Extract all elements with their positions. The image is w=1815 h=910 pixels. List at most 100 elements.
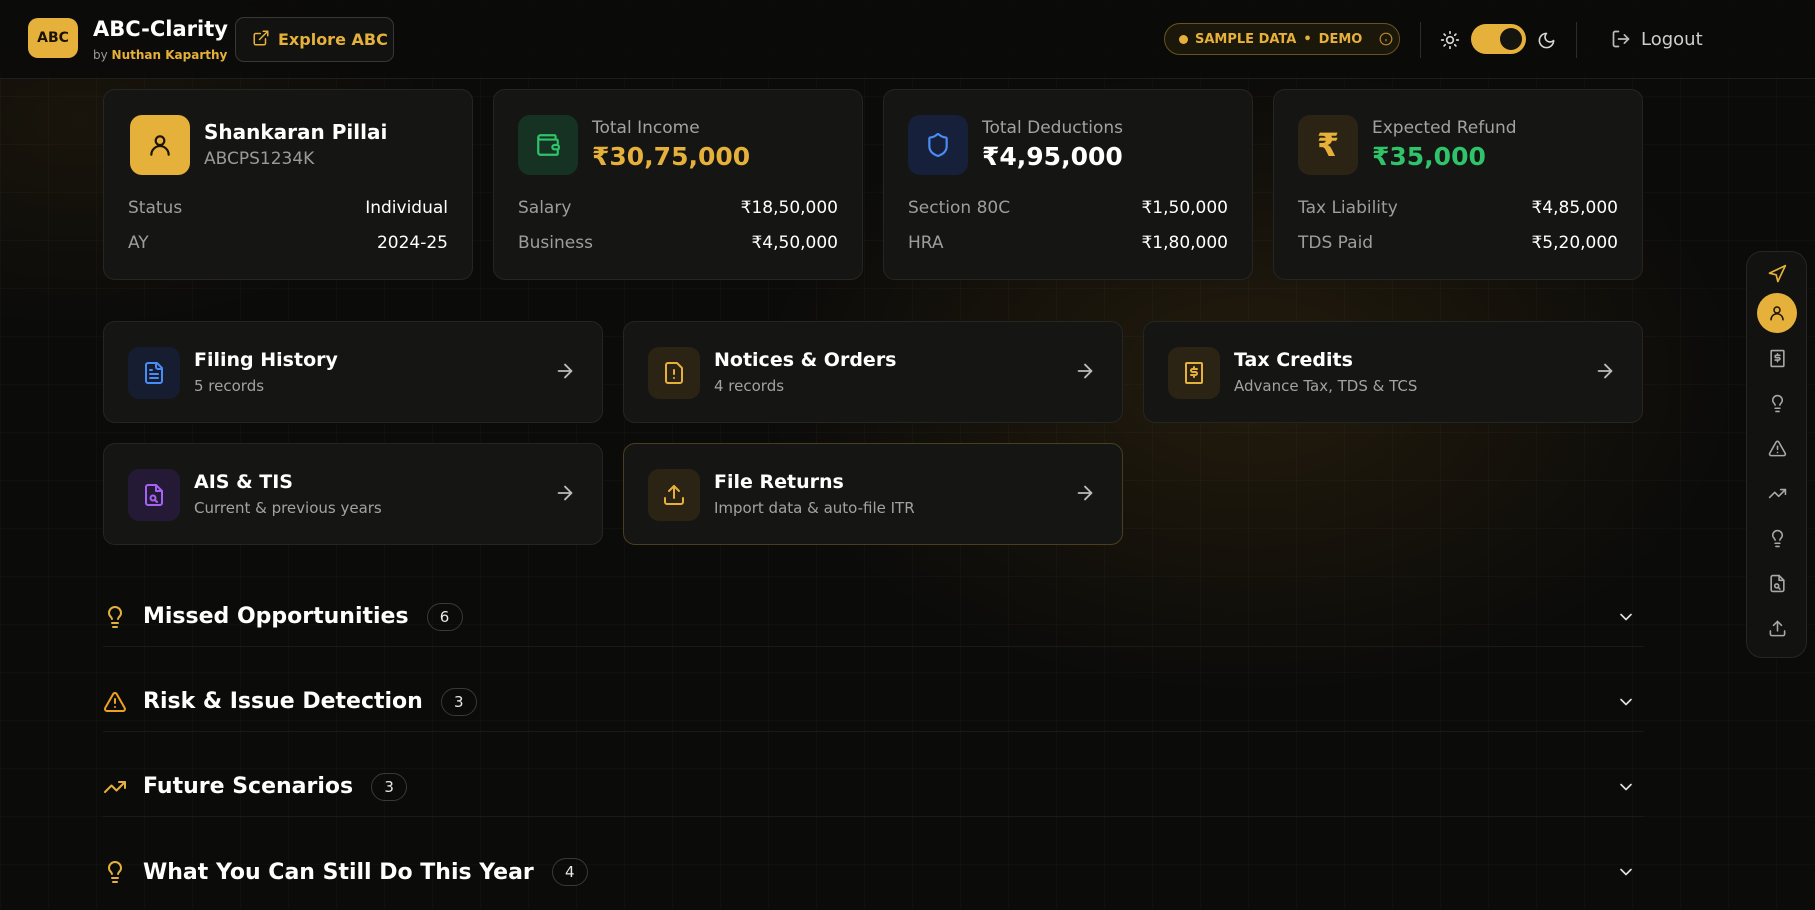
row-key: Status [128, 198, 183, 218]
nav-card-title: Filing History [194, 349, 338, 371]
salary-row: Salary ₹18,50,000 [518, 198, 838, 218]
nav-card-title: Notices & Orders [714, 349, 897, 371]
shield-icon [908, 115, 968, 175]
row-key: Salary [518, 198, 572, 218]
status-row: Status Individual [128, 198, 448, 218]
row-key: TDS Paid [1298, 233, 1374, 253]
income-label: Total Income [592, 118, 700, 138]
section-missed-opportunities[interactable]: Missed Opportunities 6 [103, 587, 1644, 647]
row-value: ₹1,50,000 [1141, 198, 1228, 218]
trending-up-nav-icon[interactable] [1757, 473, 1797, 513]
section-title: What You Can Still Do This Year [143, 859, 534, 885]
logout-label: Logout [1641, 28, 1703, 50]
demo-label: DEMO [1318, 31, 1363, 47]
sample-data-label: SAMPLE DATA [1195, 31, 1297, 47]
row-key: Section 80C [908, 198, 1011, 218]
row-key: Tax Liability [1298, 198, 1398, 218]
navigation-icon[interactable] [1757, 254, 1797, 294]
receipt-nav-icon[interactable] [1757, 338, 1797, 378]
hra-row: HRA ₹1,80,000 [908, 233, 1228, 253]
taxpayer-name: Shankaran Pillai [204, 120, 388, 144]
warning-nav-icon[interactable] [1757, 428, 1797, 468]
tax-credits-card[interactable]: Tax Credits Advance Tax, TDS & TCS [1143, 321, 1643, 423]
info-icon[interactable] [1379, 32, 1393, 46]
upload-nav-icon[interactable] [1757, 608, 1797, 648]
row-value: ₹4,50,000 [751, 233, 838, 253]
chevron-down-icon[interactable] [1616, 862, 1636, 886]
nav-card-subtitle: Import data & auto-file ITR [714, 499, 915, 517]
upload-icon [648, 469, 700, 521]
pan-number: ABCPS1234K [204, 149, 315, 169]
file-returns-card[interactable]: File Returns Import data & auto-file ITR [623, 443, 1123, 545]
profile-card: Shankaran Pillai ABCPS1234K Status Indiv… [103, 89, 473, 280]
section-what-you-can-still-do[interactable]: What You Can Still Do This Year 4 [103, 842, 1644, 902]
app-logo[interactable]: ABC [28, 18, 78, 58]
row-value: ₹1,80,000 [1141, 233, 1228, 253]
row-key: Business [518, 233, 593, 253]
lightbulb-nav-icon[interactable] [1757, 383, 1797, 423]
external-link-icon [252, 29, 270, 51]
tds-paid-row: TDS Paid ₹5,20,000 [1298, 233, 1618, 253]
status-dot [1179, 34, 1188, 44]
logo-text: ABC [37, 30, 69, 46]
refund-label: Expected Refund [1372, 118, 1517, 138]
row-value: ₹5,20,000 [1531, 233, 1618, 253]
refund-value: ₹35,000 [1372, 142, 1486, 171]
theme-toggle[interactable] [1471, 24, 1526, 54]
section-future-scenarios[interactable]: Future Scenarios 3 [103, 757, 1644, 817]
logout-button[interactable]: Logout [1611, 24, 1703, 54]
logout-icon [1611, 29, 1631, 49]
count-badge: 6 [426, 602, 463, 631]
author-name[interactable]: Nuthan Kaparthy [112, 48, 228, 62]
header-divider [1576, 22, 1577, 58]
sun-icon[interactable] [1439, 29, 1461, 51]
arrow-right-icon [554, 482, 576, 508]
section-80c-row: Section 80C ₹1,50,000 [908, 198, 1228, 218]
nav-card-title: AIS & TIS [194, 471, 293, 493]
notices-orders-card[interactable]: Notices & Orders 4 records [623, 321, 1123, 423]
section-title: Missed Opportunities [143, 604, 409, 629]
count-badge: 4 [551, 858, 588, 886]
section-risk-issue-detection[interactable]: Risk & Issue Detection 3 [103, 672, 1644, 732]
top-header: ABC ABC-Clarity by Nuthan Kaparthy Explo… [0, 0, 1815, 79]
explore-label: Explore ABC [278, 30, 388, 49]
nav-card-title: Tax Credits [1234, 349, 1353, 371]
arrow-right-icon [1074, 360, 1096, 386]
row-value: 2024-25 [376, 233, 448, 253]
chevron-down-icon[interactable] [1616, 607, 1636, 631]
quick-nav-rail [1746, 251, 1807, 658]
sample-data-badge[interactable]: SAMPLE DATA • DEMO [1164, 23, 1400, 55]
app-title: ABC-Clarity [93, 17, 228, 41]
deductions-label: Total Deductions [982, 118, 1123, 138]
section-title: Future Scenarios [143, 774, 354, 799]
rupee-icon: ₹ [1298, 115, 1358, 175]
user-icon [130, 115, 190, 175]
section-title: Risk & Issue Detection [143, 689, 423, 714]
chevron-down-icon[interactable] [1616, 692, 1636, 716]
nav-card-subtitle: Current & previous years [194, 499, 382, 517]
byline-prefix: by [93, 48, 108, 62]
count-badge: 3 [371, 772, 408, 801]
notice-alert-icon [648, 347, 700, 399]
filing-history-card[interactable]: Filing History 5 records [103, 321, 603, 423]
explore-button[interactable]: Explore ABC [235, 17, 394, 62]
total-deductions-card: Total Deductions ₹4,95,000 Section 80C ₹… [883, 89, 1253, 280]
chevron-down-icon[interactable] [1616, 777, 1636, 801]
ais-tis-card[interactable]: AIS & TIS Current & previous years [103, 443, 603, 545]
badge-separator: • [1303, 31, 1312, 47]
expected-refund-card: ₹ Expected Refund ₹35,000 Tax Liability … [1273, 89, 1643, 280]
wallet-icon [518, 115, 578, 175]
lightbulb-icon [103, 605, 131, 629]
file-search-nav-icon[interactable] [1757, 563, 1797, 603]
file-search-icon [128, 469, 180, 521]
business-row: Business ₹4,50,000 [518, 233, 838, 253]
warning-icon [103, 690, 131, 714]
count-badge: 3 [440, 687, 477, 716]
nav-card-subtitle: 4 records [714, 377, 785, 395]
profile-nav-icon[interactable] [1757, 293, 1797, 333]
total-income-card: Total Income ₹30,75,000 Salary ₹18,50,00… [493, 89, 863, 280]
receipt-icon [1168, 347, 1220, 399]
lightbulb-nav-icon[interactable] [1757, 518, 1797, 558]
moon-icon[interactable] [1535, 29, 1557, 51]
row-value: ₹18,50,000 [740, 198, 838, 218]
